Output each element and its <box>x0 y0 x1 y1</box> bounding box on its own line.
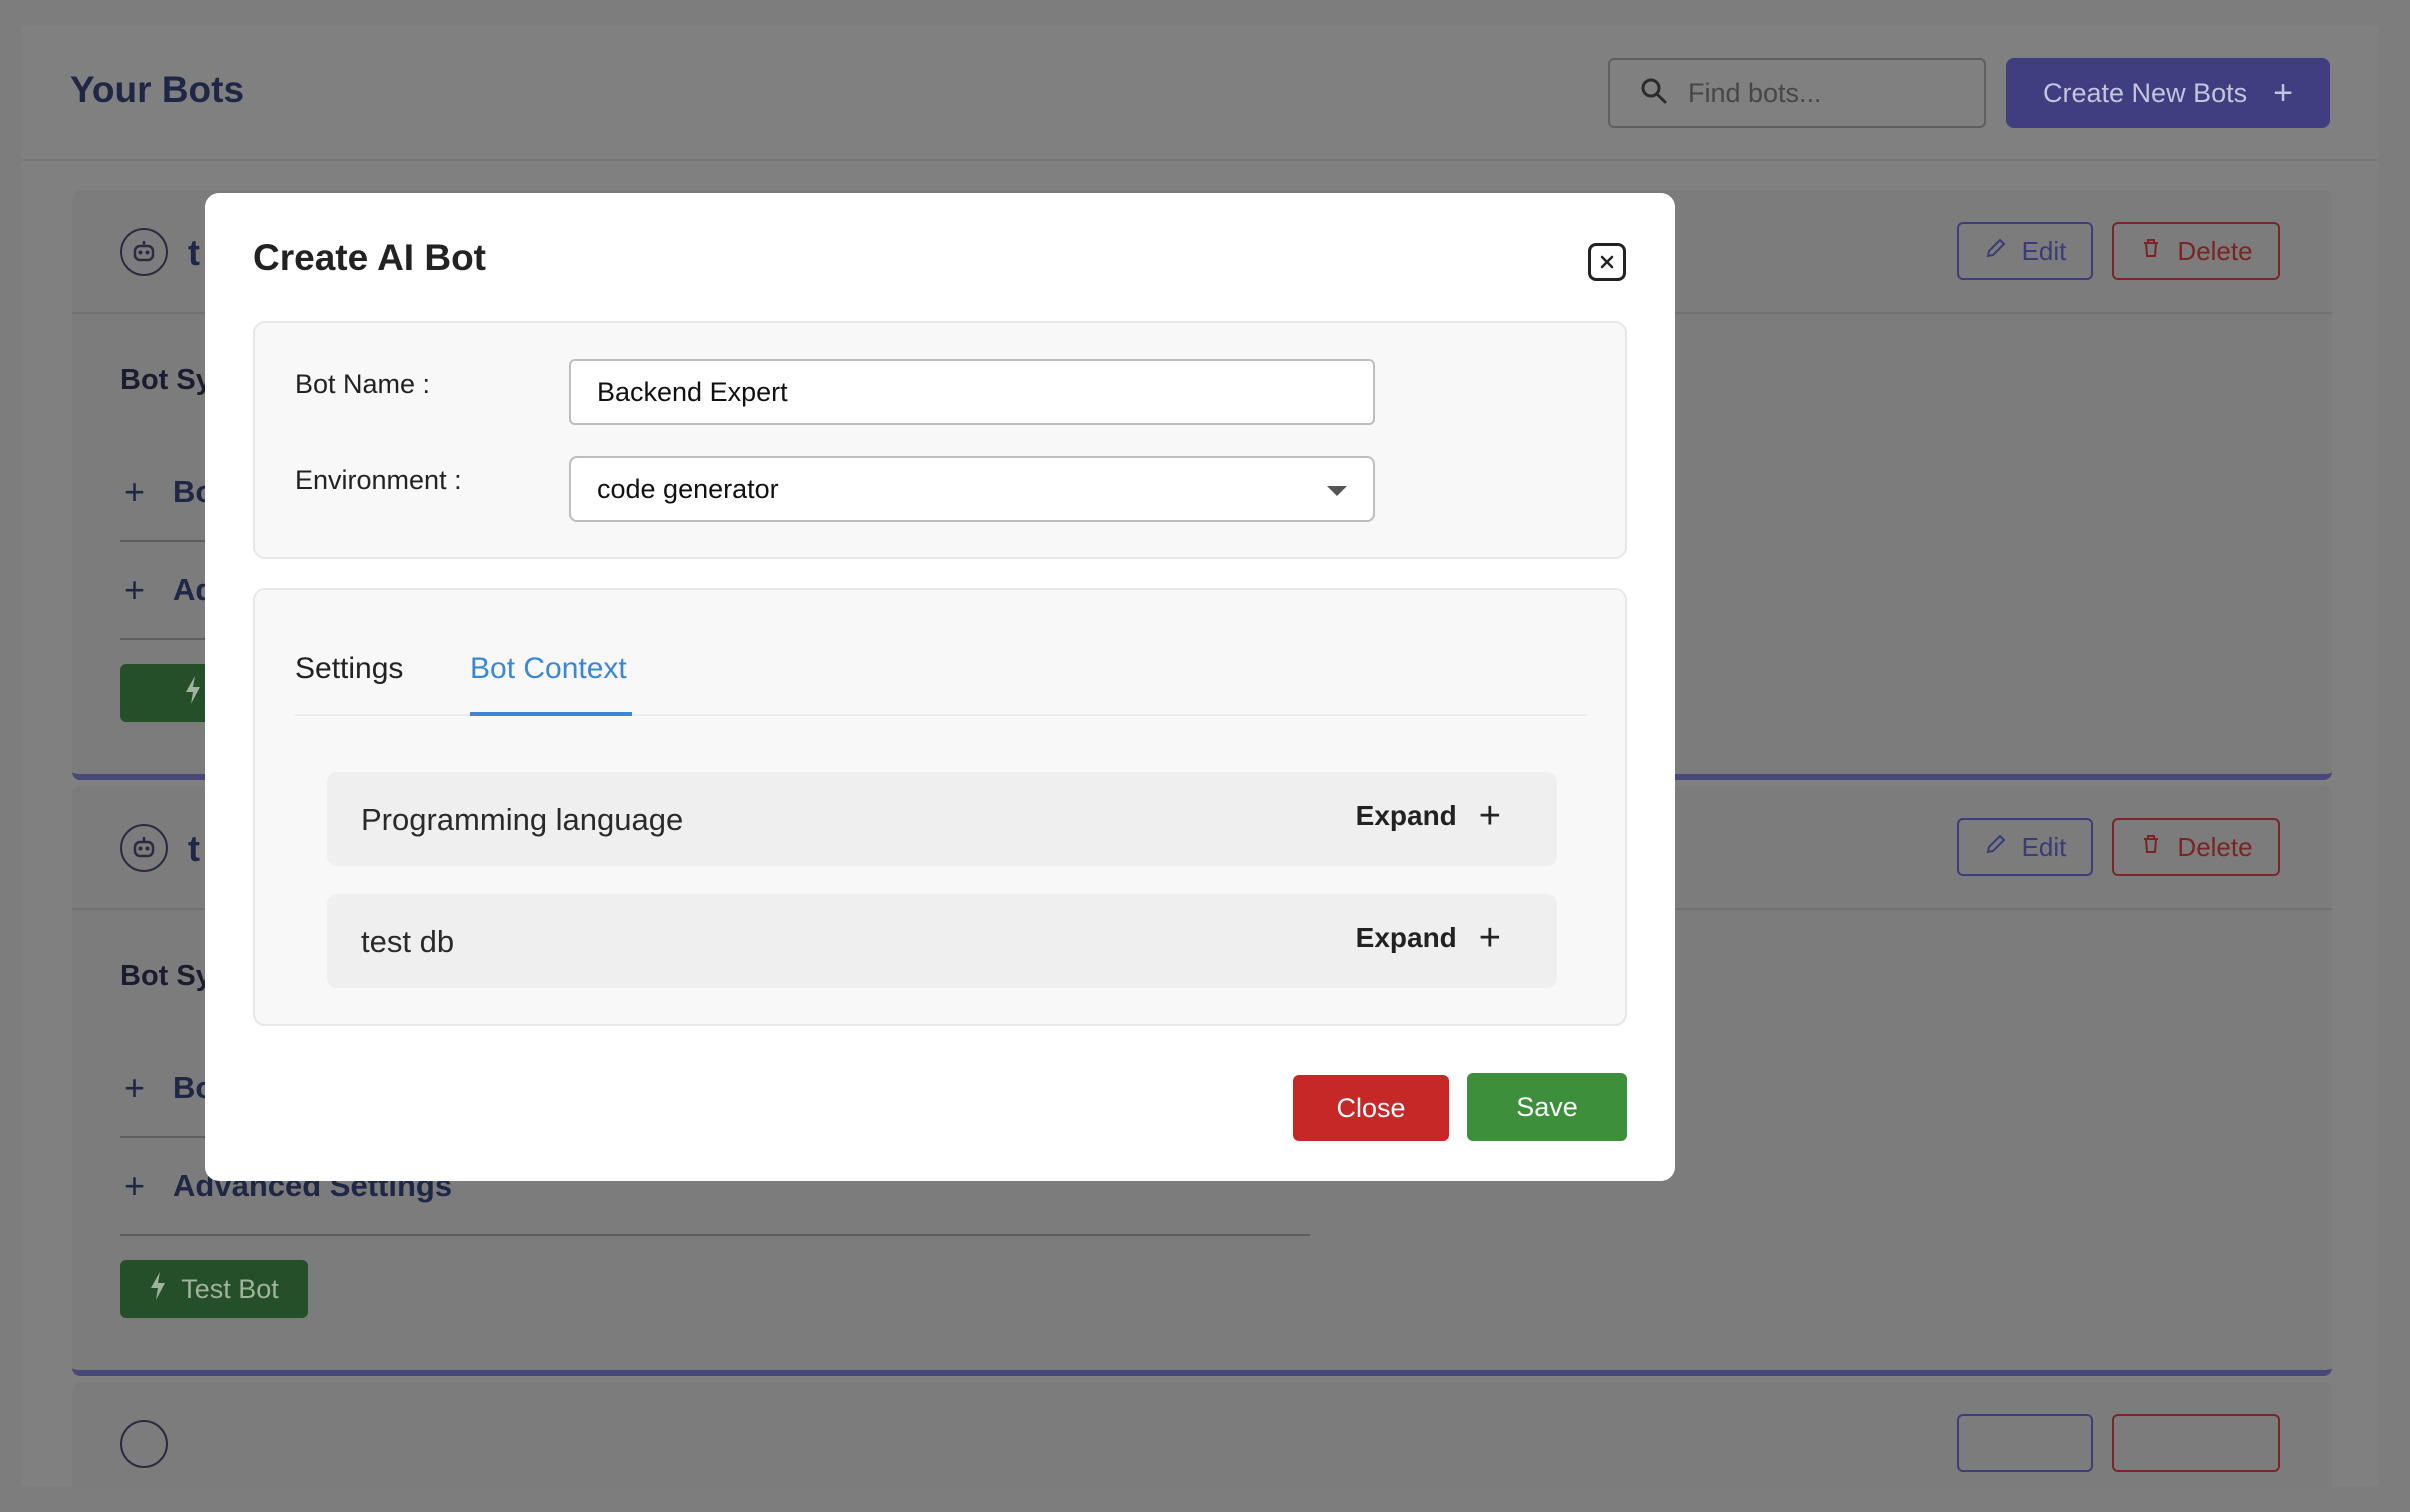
delete-button[interactable] <box>2112 1414 2280 1472</box>
robot-icon <box>120 824 168 872</box>
bot-card-name: t <box>188 828 200 869</box>
create-bot-modal: Create AI Bot Bot Name : Environment : c… <box>205 193 1675 1181</box>
context-item: Programming language Expand + <box>327 772 1557 866</box>
trash-icon <box>2139 832 2163 863</box>
edit-button[interactable] <box>1957 1414 2093 1472</box>
edit-label: Edit <box>2021 235 2067 266</box>
delete-label: Delete <box>2177 235 2253 266</box>
environment-select-value: code generator <box>597 473 779 504</box>
close-button[interactable]: Close <box>1293 1075 1449 1141</box>
expand-button[interactable]: Expand + <box>1355 795 1501 837</box>
page-title: Your Bots <box>70 69 245 110</box>
create-new-bots-button[interactable]: Create New Bots + <box>2006 58 2330 128</box>
plus-icon: + <box>124 1067 146 1108</box>
test-bot-button[interactable]: Test Bot <box>120 1260 308 1318</box>
trash-icon <box>2139 236 2163 267</box>
context-item: test db Expand + <box>327 894 1557 988</box>
delete-button[interactable]: Delete <box>2112 222 2280 280</box>
context-item-title: test db <box>361 924 455 959</box>
page-header: Your Bots Create New Bots + <box>22 25 2378 161</box>
tab-settings[interactable]: Settings <box>295 648 407 716</box>
plus-icon: + <box>124 569 146 610</box>
tab-bot-context[interactable]: Bot Context <box>470 648 632 716</box>
bot-card-name: t <box>188 232 200 273</box>
robot-icon <box>120 228 168 276</box>
edit-label: Edit <box>2021 831 2067 862</box>
expand-label: Expand <box>1355 800 1457 831</box>
create-new-bots-label: Create New Bots <box>2043 77 2248 108</box>
search-box[interactable] <box>1608 58 1986 128</box>
robot-icon <box>120 1420 168 1468</box>
bot-config-panel: Settings Bot Context Programming languag… <box>253 588 1627 1026</box>
bot-name-input[interactable] <box>569 359 1375 425</box>
close-icon[interactable] <box>1588 243 1626 281</box>
tab-bar: Settings Bot Context <box>295 648 1587 716</box>
pencil-icon <box>1984 236 2008 267</box>
context-item-title: Programming language <box>361 802 684 837</box>
edit-button[interactable]: Edit <box>1957 222 2093 280</box>
bot-card <box>72 1382 2332 1487</box>
delete-button[interactable]: Delete <box>2112 818 2280 876</box>
plus-icon: + <box>2273 73 2293 112</box>
caret-down-icon <box>1327 486 1347 496</box>
edit-button[interactable]: Edit <box>1957 818 2093 876</box>
delete-label: Delete <box>2177 831 2253 862</box>
lightning-icon <box>184 675 202 712</box>
search-icon <box>1640 77 1668 110</box>
plus-icon: + <box>124 1165 146 1206</box>
pencil-icon <box>1984 832 2008 863</box>
bot-system-label: Bot Sy <box>120 960 212 992</box>
search-input[interactable] <box>1688 77 1968 109</box>
plus-icon: + <box>1478 795 1501 837</box>
plus-icon: + <box>124 471 146 512</box>
bot-card-header <box>72 1382 2332 1487</box>
expand-button[interactable]: Expand + <box>1355 917 1501 959</box>
environment-label: Environment : <box>295 465 462 495</box>
lightning-icon <box>149 1271 167 1308</box>
bot-name-label: Bot Name : <box>295 369 431 399</box>
plus-icon: + <box>1478 917 1501 959</box>
save-button[interactable]: Save <box>1467 1073 1627 1141</box>
test-bot-label: Test Bot <box>181 1273 279 1304</box>
bot-details-panel: Bot Name : Environment : code generator <box>253 321 1627 559</box>
expand-label: Expand <box>1355 922 1457 953</box>
bot-system-label: Bot Sy <box>120 364 212 396</box>
environment-select[interactable]: code generator <box>569 456 1375 522</box>
modal-title: Create AI Bot <box>253 237 487 278</box>
